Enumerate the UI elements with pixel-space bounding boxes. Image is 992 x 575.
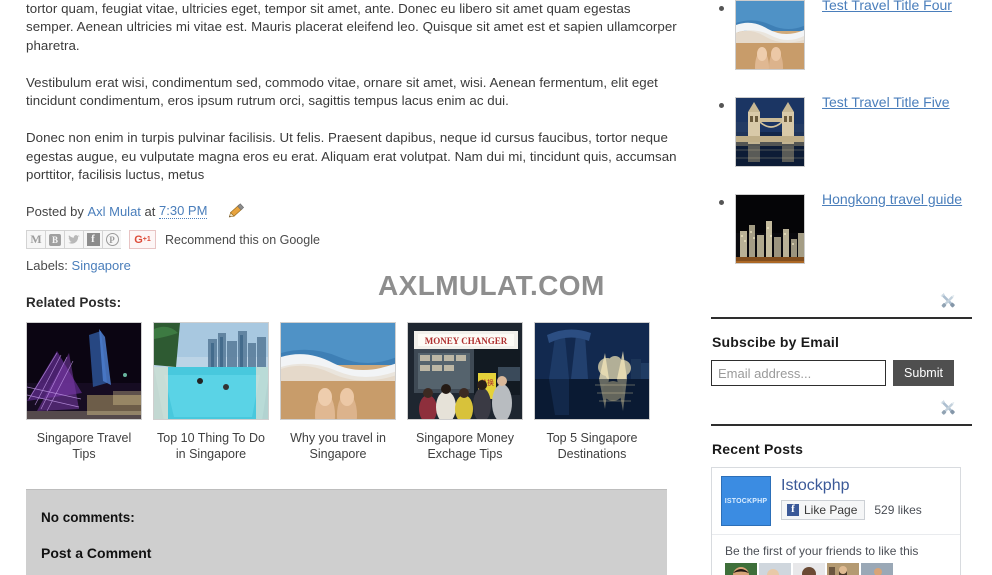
label-link-singapore[interactable]: Singapore [72, 258, 131, 273]
related-post-item[interactable]: Singapore Travel Tips [26, 322, 142, 462]
post-paragraph: tortor quam, feugiat vitae, ultricies eg… [26, 1, 677, 53]
google-plus-one-button[interactable]: G +1 [129, 230, 156, 250]
related-post-caption[interactable]: Top 10 Thing To Do in Singapore [153, 431, 269, 462]
related-post-caption[interactable]: Singapore Money Exchage Tips [407, 431, 523, 462]
submit-button[interactable]: Submit [893, 360, 954, 386]
recommend-on-google-text: Recommend this on Google [165, 232, 320, 247]
twitter-bird-glyph [68, 234, 80, 244]
related-posts-grid: Singapore Travel Tips Top 10 Thing To Do… [26, 322, 680, 462]
facebook-friend-avatars [725, 563, 960, 575]
related-posts-section: Related Posts: Singapore Travel Tips Top… [26, 295, 680, 462]
sidebar-post-title[interactable]: Test Travel Title Four [822, 0, 952, 13]
post-a-comment-link[interactable]: Post a Comment [41, 545, 667, 561]
sidebar-post-item[interactable]: Test Travel Title Four [711, 0, 972, 70]
related-post-item[interactable]: Why you travel in Singapore [280, 322, 396, 462]
labels-prefix: Labels: [26, 258, 68, 274]
post-footer: Posted by Axl Mulat at 7:30 PM M B f P G… [26, 201, 680, 273]
facebook-likes-count: 529 likes [874, 503, 922, 517]
related-post-caption[interactable]: Singapore Travel Tips [26, 431, 142, 462]
related-post-caption[interactable]: Why you travel in Singapore [280, 431, 396, 462]
comments-section: No comments: Post a Comment [26, 489, 667, 575]
post-timestamp-link[interactable]: 7:30 PM [159, 203, 208, 220]
wrench-screwdriver-icon[interactable] [938, 398, 958, 418]
like-page-label: Like Page [804, 503, 858, 517]
facebook-page-name[interactable]: Istockphp [781, 477, 922, 495]
no-comments-heading: No comments: [41, 510, 135, 525]
facebook-f-icon: f [787, 504, 799, 516]
edit-pencil-icon[interactable] [225, 202, 247, 220]
related-post-item[interactable]: MONEY CHANGER 兑换 Singapore Money Exchage… [407, 322, 523, 462]
facebook-widget-footer: Be the first of your friends to like thi… [712, 534, 960, 575]
gplus-g-label: G [134, 233, 143, 246]
facebook-page-widget: ISTOCKPHP Istockphp f Like Page 529 like… [711, 467, 961, 575]
recent-posts-heading: Recent Posts [712, 441, 804, 457]
facebook-like-page-button[interactable]: f Like Page [781, 500, 866, 520]
post-paragraph: Donec non enim in turpis pulvinar facili… [26, 130, 677, 183]
wrench-screwdriver-icon[interactable] [938, 291, 958, 311]
friend-avatar[interactable] [793, 563, 825, 575]
sidebar-thumbnail-tower-bridge[interactable] [735, 97, 805, 167]
friend-avatar[interactable] [827, 563, 859, 575]
related-post-item[interactable]: Top 10 Thing To Do in Singapore [153, 322, 269, 462]
sidebar-post-title[interactable]: Test Travel Title Five [822, 94, 950, 110]
share-buttons-row: M B f P G +1 Recommend this on Google [26, 230, 680, 250]
friend-avatar[interactable] [725, 563, 757, 575]
friend-avatar[interactable] [861, 563, 893, 575]
svg-text:MONEY CHANGER: MONEY CHANGER [425, 336, 508, 346]
share-facebook-icon[interactable]: f [83, 230, 102, 250]
sidebar-post-item[interactable]: Hongkong travel guide [711, 191, 972, 264]
related-post-thumbnail-singapore-travel-tips[interactable] [26, 322, 142, 421]
post-paragraph: Vestibulum erat wisi, condimentum sed, c… [26, 74, 658, 109]
sidebar-thumbnail-hongkong[interactable] [735, 194, 805, 264]
gplus-count-label: +1 [142, 236, 151, 244]
facebook-friends-text: Be the first of your friends to like thi… [725, 544, 919, 558]
facebook-widget-header: ISTOCKPHP Istockphp f Like Page 529 like… [712, 468, 960, 534]
share-pinterest-icon[interactable]: P [102, 230, 121, 250]
related-post-caption[interactable]: Top 5 Singapore Destinations [534, 431, 650, 462]
sidebar-thumbnail-beach[interactable] [735, 0, 805, 70]
popular-posts-list: Test Travel Title Four Test Travel Title… [711, 0, 972, 264]
posted-by-label: Posted by [26, 203, 84, 219]
widget-edit-row-2 [711, 398, 972, 420]
friend-avatar[interactable] [759, 563, 791, 575]
site-watermark: AXLMULAT.COM [378, 270, 605, 301]
related-post-item[interactable]: Top 5 Singapore Destinations [534, 322, 650, 462]
facebook-avatar-label: ISTOCKPHP [724, 497, 768, 505]
sidebar-post-item[interactable]: Test Travel Title Five [711, 94, 972, 167]
related-post-thumbnail-top-5-destinations[interactable] [534, 322, 650, 421]
facebook-page-avatar: ISTOCKPHP [721, 476, 771, 526]
sidebar-divider-2 [711, 424, 972, 426]
pinterest-glyph: P [105, 233, 119, 247]
blogger-glyph: B [49, 233, 61, 246]
share-blogger-icon[interactable]: B [45, 230, 64, 250]
email-input[interactable] [711, 360, 886, 386]
share-gmail-icon[interactable]: M [26, 230, 45, 250]
post-body: tortor quam, feugiat vitae, ultricies eg… [26, 0, 680, 184]
related-post-thumbnail-money-exchange[interactable]: MONEY CHANGER 兑换 [407, 322, 523, 421]
related-post-thumbnail-why-you-travel[interactable] [280, 322, 396, 421]
related-post-thumbnail-top-10-things[interactable] [153, 322, 269, 421]
author-link[interactable]: Axl Mulat [87, 204, 140, 219]
facebook-glyph: f [86, 233, 100, 247]
subscribe-heading: Subscibe by Email [712, 334, 840, 350]
share-twitter-icon[interactable] [64, 230, 83, 250]
sidebar-divider-1 [711, 317, 972, 319]
sidebar: Test Travel Title Four Test Travel Title… [700, 0, 992, 575]
subscribe-form: Submit [711, 360, 972, 386]
blog-post-page: tortor quam, feugiat vitae, ultricies eg… [0, 0, 992, 575]
widget-edit-row-1 [711, 291, 972, 313]
sidebar-post-title[interactable]: Hongkong travel guide [822, 191, 962, 207]
at-label: at [144, 203, 156, 219]
post-byline: Posted by Axl Mulat at 7:30 PM [26, 201, 680, 221]
